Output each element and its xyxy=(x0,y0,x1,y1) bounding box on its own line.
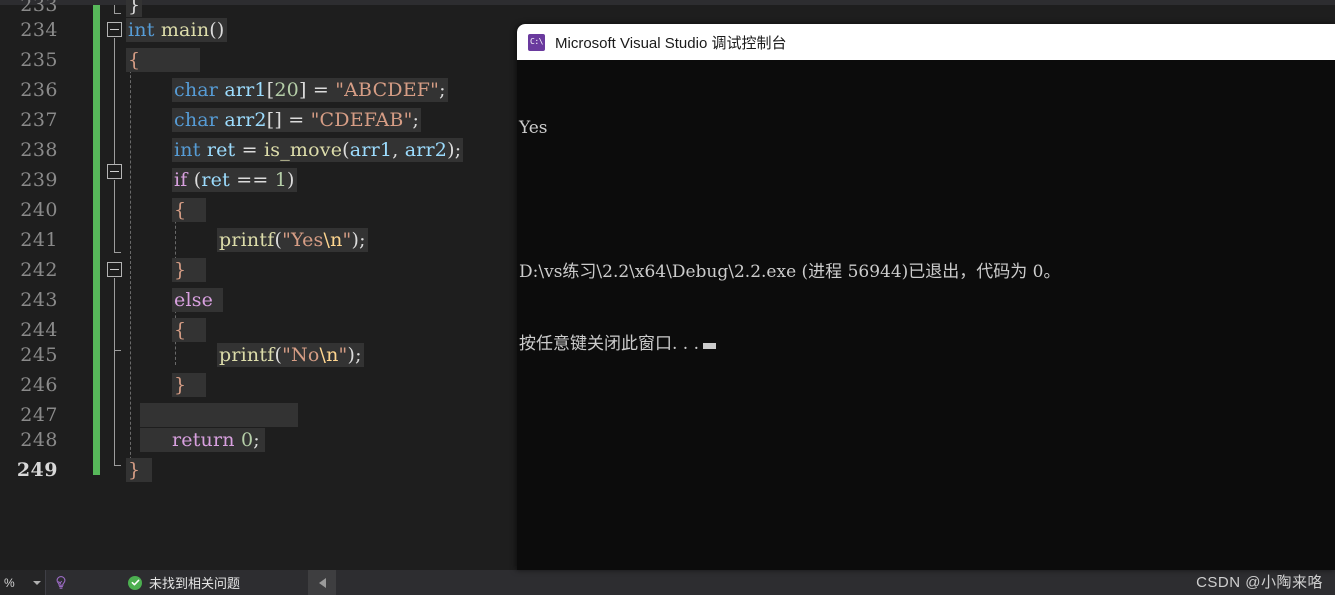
debug-console-window[interactable]: C:\ Microsoft Visual Studio 调试控制台 Yes D:… xyxy=(517,24,1335,570)
token-assign: = xyxy=(241,139,258,161)
token-identifier-arr2: arr2 xyxy=(404,139,448,161)
console-output-blank-line xyxy=(519,188,1335,212)
line-number: 238 xyxy=(20,139,58,161)
zoom-level-value: % xyxy=(4,575,15,590)
token-bracket-close: ] xyxy=(298,79,307,101)
line-number: 245 xyxy=(20,344,58,366)
status-bar: % 未找到相关问题 xyxy=(0,570,1335,595)
token-brace-close: } xyxy=(128,459,141,481)
line-number: 246 xyxy=(20,374,58,396)
token-brace-close: } xyxy=(174,374,187,396)
chevron-down-icon[interactable] xyxy=(33,580,41,585)
console-prompt-text: 按任意键关闭此窗口. . . xyxy=(519,334,700,354)
token-rparen: ) xyxy=(447,139,455,161)
token-string-abcdef: "ABCDEF" xyxy=(335,79,440,101)
token-lparen: ( xyxy=(274,229,283,251)
lightbulb-icon[interactable] xyxy=(46,570,76,595)
token-brackets-empty: [] xyxy=(266,109,282,131)
token-function-printf: printf xyxy=(219,344,275,366)
console-cursor xyxy=(703,343,717,349)
token-quote-close: " xyxy=(342,229,352,251)
token-parens: () xyxy=(209,19,225,41)
token-escape-newline: \n xyxy=(319,344,339,366)
token-semicolon: ; xyxy=(439,79,446,101)
token-escape-newline: \n xyxy=(323,229,343,251)
csdn-watermark: CSDN @小陶来咯 xyxy=(1196,574,1323,591)
token-keyword-if: if xyxy=(174,169,188,191)
token-identifier-arr1: arr1 xyxy=(349,139,393,161)
line-number: 239 xyxy=(20,169,58,191)
token-keyword-int: int xyxy=(128,19,155,41)
console-output-line: D:\vs练习\2.2\x64\Debug\2.2.exe (进程 56944)… xyxy=(519,262,1061,282)
token-assign: = xyxy=(312,79,329,101)
token-brace-open: { xyxy=(174,199,187,221)
token-rparen: ) xyxy=(287,169,295,191)
status-bar-filler xyxy=(336,570,1335,595)
line-number: 240 xyxy=(20,199,58,221)
line-number: 241 xyxy=(20,229,58,251)
console-output-line: Yes xyxy=(519,118,548,138)
token-keyword-char: char xyxy=(174,109,219,131)
token-keyword-char: char xyxy=(174,79,219,101)
line-number: 236 xyxy=(20,79,58,101)
token-semicolon: ; xyxy=(253,429,260,451)
token-semicolon: ; xyxy=(412,109,420,131)
token-brace-open: { xyxy=(174,319,187,341)
console-output[interactable]: Yes D:\vs练习\2.2\x64\Debug\2.2.exe (进程 56… xyxy=(517,60,1335,404)
token-identifier-ret: ret xyxy=(201,169,230,191)
token-lparen: ( xyxy=(342,139,350,161)
line-number-current: 249 xyxy=(16,459,58,481)
token-string-yes: "Yes xyxy=(282,229,324,251)
token-brace-open: { xyxy=(128,49,141,71)
zoom-level-selector[interactable]: % xyxy=(0,570,46,595)
token-lparen: ( xyxy=(274,344,283,366)
line-number: 243 xyxy=(20,289,58,311)
console-app-icon: C:\ xyxy=(528,33,545,51)
token-equality: == xyxy=(236,169,269,191)
status-message-text: 未找到相关问题 xyxy=(149,576,241,591)
token-keyword-else: else xyxy=(174,289,214,311)
console-output-line-with-cursor: 按任意键关闭此窗口. . . xyxy=(519,332,1335,356)
token-rparen: ) xyxy=(351,229,360,251)
status-message-group: 未找到相关问题 xyxy=(128,573,240,592)
token-function-main: main xyxy=(160,19,210,41)
token-keyword-int: int xyxy=(174,139,201,161)
token-brace-close: } xyxy=(174,259,187,281)
token-identifier-ret: ret xyxy=(206,139,236,161)
console-app-icon-label: C:\ xyxy=(530,37,543,46)
token-brace-close: } xyxy=(128,0,141,16)
line-number: 234 xyxy=(20,19,58,41)
token-number-20: 20 xyxy=(274,79,299,101)
line-number: 242 xyxy=(20,259,58,281)
console-window-title: Microsoft Visual Studio 调试控制台 xyxy=(555,34,787,52)
check-circle-icon xyxy=(128,575,142,590)
token-function-printf: printf xyxy=(219,229,275,251)
token-assign: = xyxy=(288,109,305,131)
triangle-left-icon xyxy=(318,577,326,588)
screen-root: 233 } 234 int main() 235 { 236 char arr1… xyxy=(0,0,1335,595)
line-number: 248 xyxy=(20,429,58,451)
console-title-bar[interactable]: C:\ Microsoft Visual Studio 调试控制台 xyxy=(517,24,1335,60)
token-keyword-return: return xyxy=(172,429,235,451)
token-semicolon: ; xyxy=(359,229,366,251)
token-identifier-arr2: arr2 xyxy=(224,109,267,131)
token-number-0: 0 xyxy=(240,429,254,451)
token-function-is-move: is_move xyxy=(264,139,343,161)
line-number: 235 xyxy=(20,49,58,71)
token-semicolon: ; xyxy=(454,139,462,161)
token-number-1: 1 xyxy=(274,169,287,191)
token-identifier-arr1: arr1 xyxy=(224,79,267,101)
scroll-left-button[interactable] xyxy=(308,570,336,595)
token-semicolon: ; xyxy=(355,344,362,366)
line-number: 237 xyxy=(20,109,58,131)
token-string-cdefab: "CDEFAB" xyxy=(310,109,413,131)
token-rparen: ) xyxy=(347,344,356,366)
token-string-no: "No xyxy=(282,344,320,366)
